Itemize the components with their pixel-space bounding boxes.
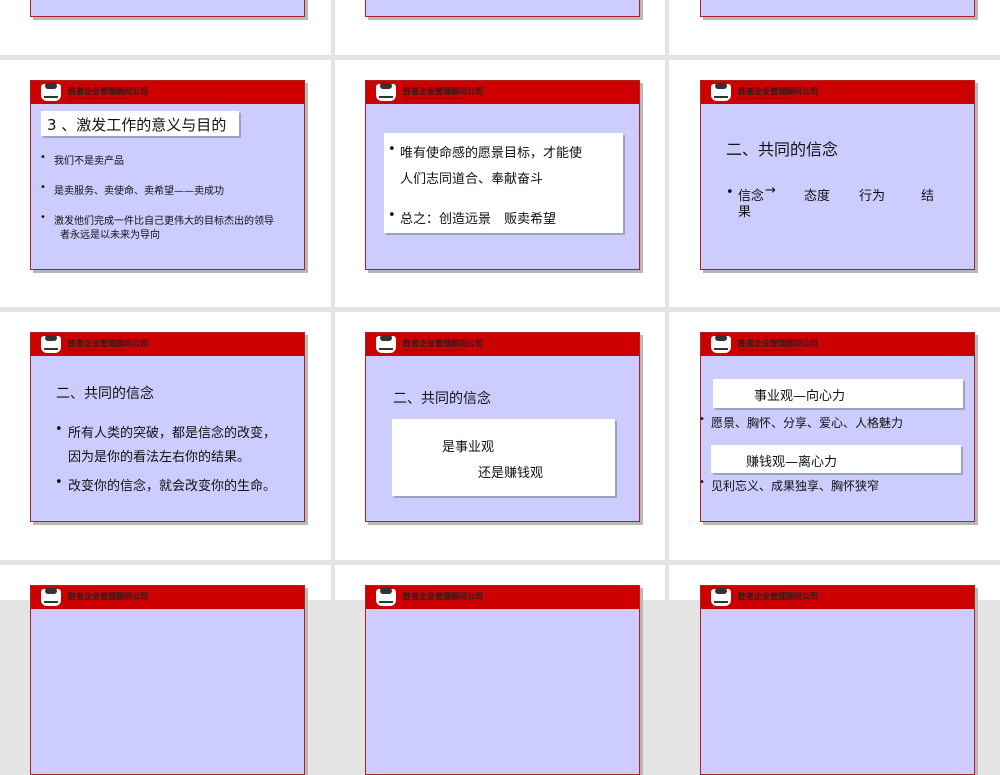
- slide-header: 胜者企业管理顾问公司 VICTOR CORPORATION CONSULTANT …: [31, 81, 304, 104]
- bullet-icon: •: [55, 475, 63, 490]
- bullet-icon: •: [388, 208, 396, 223]
- company-name-en: VICTOR CORPORATION CONSULTANT CO: [68, 96, 129, 100]
- text-line: 还是赚钱观: [478, 466, 544, 481]
- company-name-en: VICTOR CORPORATION CONSULTANT CO: [68, 348, 129, 352]
- bullet-icon: •: [40, 152, 46, 163]
- bullet-icon: •: [726, 185, 734, 200]
- company-logo-icon: [711, 335, 731, 353]
- slide-thumbnail[interactable]: 胜者企业管理顾问公司 VICTOR CORPORATION CONSULTANT …: [30, 80, 305, 270]
- text-box: 是事业观 还是赚钱观: [392, 419, 615, 496]
- slide-thumbnail[interactable]: 胜者企业管理顾问公司: [700, 585, 975, 775]
- company-logo-icon: [376, 83, 396, 101]
- bullet-icon: •: [701, 477, 705, 488]
- heading-text: 赚钱观—离心力: [746, 455, 838, 470]
- bullet-text: 因为是你的看法左右你的结果。: [68, 450, 251, 465]
- text-box: • 唯有使命感的愿景目标，才能使 人们志同道合、奉献奋斗 • 总之：创造远景 贩…: [384, 133, 623, 233]
- company-logo-icon: [41, 335, 61, 353]
- bullet-text: 结: [921, 189, 935, 204]
- bullet-text: 改变你的信念，就会改变你的生命。: [68, 479, 277, 494]
- slide-header: 胜者企业管理顾问公司: [701, 586, 974, 609]
- company-logo-icon: [711, 83, 731, 101]
- slide-title: 二、共同的信念: [726, 140, 839, 159]
- bullet-icon: •: [40, 182, 46, 193]
- bullet-text: 态度: [804, 189, 831, 204]
- bullet-text: 激发他们完成一件比自己更伟大的目标杰出的领导: [54, 216, 274, 227]
- heading-text: 事业观—向心力: [754, 389, 846, 404]
- bullet-text: 所有人类的突破，都是信念的改变，: [68, 426, 277, 441]
- slide-header: 胜者企业管理顾问公司 VICTOR CORPORATION CONSULTANT …: [31, 333, 304, 356]
- slide-title: 二、共同的信念: [393, 391, 491, 407]
- slide-thumbnail[interactable]: 胜者企业管理顾问公司 VICTOR CORPORATION CONSULTANT …: [700, 80, 975, 270]
- slide-header: 胜者企业管理顾问公司: [366, 586, 639, 609]
- slide-header: 胜者企业管理顾问公司: [31, 586, 304, 609]
- bullet-text: 是卖服务、卖使命、卖希望——卖成功: [54, 186, 224, 197]
- heading-box: 事业观—向心力: [713, 379, 963, 408]
- arrow-icon: →: [765, 183, 776, 198]
- company-name-en: VICTOR CORPORATION CONSULTANT CO: [738, 348, 799, 352]
- slide-thumbnail[interactable]: [365, 0, 640, 17]
- slide-header: 胜者企业管理顾问公司 VICTOR CORPORATION CONSULTANT …: [366, 81, 639, 104]
- company-logo-icon: [41, 588, 61, 606]
- bullet-icon: •: [388, 142, 396, 157]
- slide-header: 胜者企业管理顾问公司 VICTOR CORPORATION CONSULTANT …: [366, 333, 639, 356]
- bullet-text: 行为: [859, 189, 886, 204]
- slide-thumbnail[interactable]: 胜者企业管理顾问公司: [30, 585, 305, 775]
- heading-box: 赚钱观—离心力: [711, 445, 961, 473]
- slide-title: 3 、激发工作的意义与目的: [47, 116, 227, 134]
- bullet-text: 者永远是以未来为导向: [60, 230, 160, 241]
- bullet-text: 我们不是卖产品: [54, 156, 124, 167]
- bullet-text: 果: [738, 205, 752, 220]
- slide-thumbnail[interactable]: [700, 0, 975, 17]
- bullet-text: 愿景、胸怀、分享、爱心、人格魅力: [711, 416, 904, 430]
- company-name: 胜者企业管理顾问公司: [68, 592, 148, 601]
- company-name-en: VICTOR CORPORATION CONSULTANT CO: [403, 96, 464, 100]
- title-box: 3 、激发工作的意义与目的: [41, 111, 239, 136]
- company-logo-icon: [376, 588, 396, 606]
- company-name: 胜者企业管理顾问公司: [738, 592, 818, 601]
- slide-title: 二、共同的信念: [56, 386, 154, 402]
- slide-header: 胜者企业管理顾问公司 VICTOR CORPORATION CONSULTANT …: [701, 81, 974, 104]
- company-name-en: VICTOR CORPORATION CONSULTANT CO: [403, 348, 464, 352]
- bullet-icon: •: [40, 212, 46, 223]
- slide-thumbnail[interactable]: 胜者企业管理顾问公司 VICTOR CORPORATION CONSULTANT …: [365, 80, 640, 270]
- text-line: 是事业观: [442, 440, 495, 455]
- company-name: 胜者企业管理顾问公司: [403, 592, 483, 601]
- slide-thumbnail[interactable]: [30, 0, 305, 17]
- bullet-text: 人们志同道合、奉献奋斗: [400, 172, 544, 187]
- slide-thumbnail[interactable]: 胜者企业管理顾问公司 VICTOR CORPORATION CONSULTANT …: [365, 332, 640, 522]
- bullet-icon: •: [701, 414, 705, 425]
- bullet-icon: •: [55, 422, 63, 437]
- bullet-text: 唯有使命感的愿景目标，才能使: [400, 146, 583, 161]
- bullet-text: 见利忘义、成果独享、胸怀狭窄: [711, 479, 880, 493]
- company-name-en: VICTOR CORPORATION CONSULTANT CO: [738, 96, 799, 100]
- bullet-text: 总之：创造远景 贩卖希望: [400, 212, 557, 227]
- slide-thumbnail[interactable]: 胜者企业管理顾问公司 VICTOR CORPORATION CONSULTANT …: [700, 332, 975, 522]
- company-logo-icon: [711, 588, 731, 606]
- slide-thumbnail[interactable]: 胜者企业管理顾问公司: [365, 585, 640, 775]
- slide-thumbnail[interactable]: 胜者企业管理顾问公司 VICTOR CORPORATION CONSULTANT …: [30, 332, 305, 522]
- slide-header: 胜者企业管理顾问公司 VICTOR CORPORATION CONSULTANT …: [701, 333, 974, 356]
- company-logo-icon: [376, 335, 396, 353]
- company-logo-icon: [41, 83, 61, 101]
